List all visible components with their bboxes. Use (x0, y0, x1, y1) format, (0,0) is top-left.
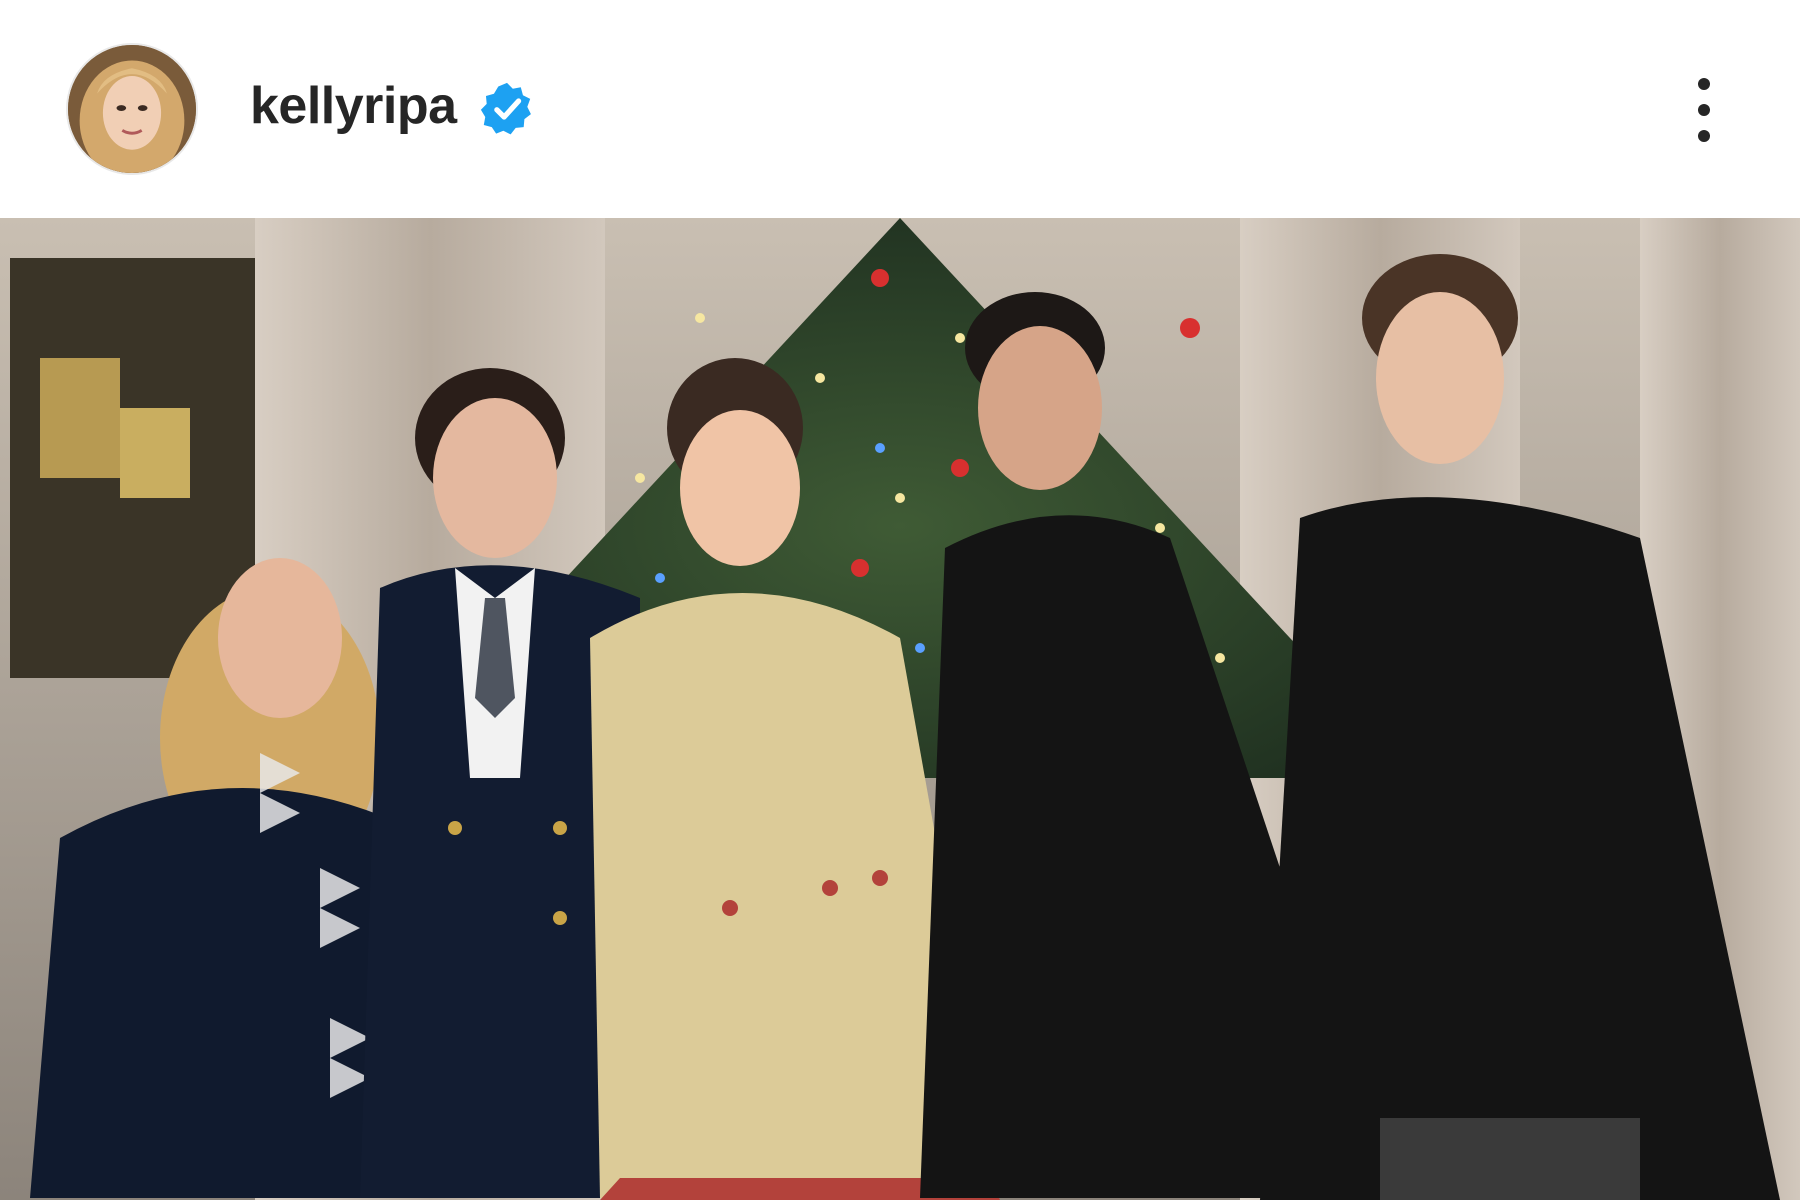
more-options-button[interactable] (1680, 74, 1728, 146)
verified-badge-icon (480, 82, 531, 135)
profile-avatar[interactable] (66, 43, 198, 175)
dot (1698, 104, 1710, 116)
post-header: kellyripa (0, 0, 1800, 218)
dot (1698, 130, 1710, 142)
photo-image (0, 218, 1800, 1200)
username[interactable]: kellyripa (250, 76, 457, 136)
dot (1698, 78, 1710, 90)
avatar-image (68, 45, 196, 173)
post-photo[interactable] (0, 218, 1800, 1200)
